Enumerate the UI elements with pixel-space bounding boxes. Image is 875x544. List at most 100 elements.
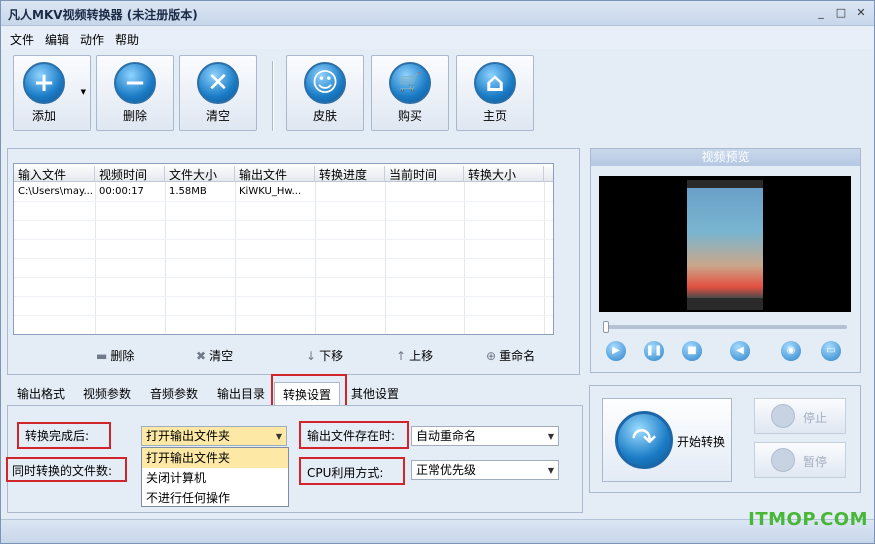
watermark: ITMOP.COM xyxy=(748,509,868,530)
list-action-bar: ▬ 删除 ✖ 清空 ↓ 下移 ↑ 上移 ⊕ 重命名 xyxy=(8,343,581,367)
preview-title: 视频预览 xyxy=(591,149,860,166)
seek-bar[interactable] xyxy=(603,321,847,333)
row-line xyxy=(14,201,553,202)
tab-other-settings[interactable]: 其他设置 xyxy=(351,385,399,402)
row-line xyxy=(14,220,553,221)
highlight-box xyxy=(271,374,347,408)
start-convert-button[interactable]: ↷ 开始转换 xyxy=(602,398,732,482)
cpu-select[interactable]: 正常优先级 ▼ xyxy=(411,460,559,480)
output-exists-select[interactable]: 自动重命名 ▼ xyxy=(411,426,559,446)
column-header[interactable]: 转换大小 xyxy=(464,166,544,182)
list-clear-label: 清空 xyxy=(209,349,234,363)
highlight-box xyxy=(6,457,127,482)
highlight-box xyxy=(299,457,405,485)
add-button[interactable]: + ▼ 添加 xyxy=(13,55,91,131)
cell-file-size: 1.58MB xyxy=(169,186,207,197)
cell-input-file: C:\Users\may... xyxy=(18,186,93,197)
x-icon: ✖ xyxy=(196,349,207,363)
cell-output-file: KiWKU_Hw... xyxy=(239,186,302,197)
seek-handle[interactable] xyxy=(603,321,609,333)
pause-button[interactable]: 暂停 xyxy=(754,442,846,478)
crosshair-icon: ⊕ xyxy=(486,349,497,363)
list-delete-label: 删除 xyxy=(110,349,135,363)
window-controls: _ □ ✕ xyxy=(814,6,868,20)
smiley-icon: ☺ xyxy=(304,62,346,104)
tab-output-format[interactable]: 输出格式 xyxy=(17,385,65,402)
chevron-down-icon[interactable]: ▼ xyxy=(81,88,86,96)
menu-edit[interactable]: 编辑 xyxy=(45,31,69,48)
camera-icon[interactable]: ◉ xyxy=(781,341,801,361)
after-convert-value: 打开输出文件夹 xyxy=(146,429,231,443)
move-up-label: 上移 xyxy=(409,349,434,363)
toolbar: + ▼ 添加 − 删除 ✕ 清空 ☺ 皮肤 🛒 购买 ⌂ 主页 xyxy=(9,53,869,133)
dropdown-option[interactable]: 不进行任何操作 xyxy=(142,488,288,508)
app-window: 凡人MKV视频转换器 (未注册版本) _ □ ✕ 文件 编辑 动作 帮助 + ▼… xyxy=(0,0,875,544)
delete-button[interactable]: − 删除 xyxy=(96,55,174,131)
stop-icon xyxy=(771,404,795,428)
video-preview-panel: 视频预览 ▶ ❚❚ ■ ◀ ◉ ▭ xyxy=(590,148,861,373)
close-button[interactable]: ✕ xyxy=(854,6,868,20)
preview-frame xyxy=(687,180,763,310)
tab-output-dir[interactable]: 输出目录 xyxy=(217,385,265,402)
home-icon: ⌂ xyxy=(474,62,516,104)
stop-button[interactable]: 停止 xyxy=(754,398,846,434)
chevron-down-icon[interactable]: ▼ xyxy=(548,430,554,444)
highlight-box xyxy=(299,421,409,449)
highlight-box xyxy=(17,422,111,449)
clear-button[interactable]: ✕ 清空 xyxy=(179,55,257,131)
arrow-up-icon: ↑ xyxy=(396,349,407,363)
cpu-value: 正常优先级 xyxy=(416,463,477,477)
home-button[interactable]: ⌂ 主页 xyxy=(456,55,534,131)
pause-icon[interactable]: ❚❚ xyxy=(644,341,664,361)
dropdown-option[interactable]: 关闭计算机 xyxy=(142,468,288,488)
refresh-arrow-icon: ↷ xyxy=(615,411,673,469)
skin-button[interactable]: ☺ 皮肤 xyxy=(286,55,364,131)
column-header[interactable]: 转换进度 xyxy=(315,166,385,182)
row-line xyxy=(14,239,553,240)
chevron-down-icon[interactable]: ▼ xyxy=(276,430,282,444)
maximize-button[interactable]: □ xyxy=(834,6,848,20)
table-row[interactable]: C:\Users\may... 00:00:17 1.58MB KiWKU_Hw… xyxy=(14,183,553,201)
column-header[interactable]: 当前时间 xyxy=(385,166,464,182)
volume-icon[interactable]: ◀ xyxy=(730,341,750,361)
column-header[interactable]: 文件大小 xyxy=(165,166,235,182)
column-header[interactable]: 输入文件 xyxy=(14,166,95,182)
convert-panel: ↷ 开始转换 停止 暂停 xyxy=(589,385,861,493)
preview-screen xyxy=(599,176,851,312)
menu-bar: 文件 编辑 动作 帮助 xyxy=(1,27,874,49)
plus-icon: + xyxy=(23,62,65,104)
start-convert-label: 开始转换 xyxy=(677,435,726,449)
minus-icon: ▬ xyxy=(96,349,108,363)
menu-help[interactable]: 帮助 xyxy=(115,31,139,48)
stop-icon[interactable]: ■ xyxy=(682,341,702,361)
buy-button[interactable]: 🛒 购买 xyxy=(371,55,449,131)
list-delete-button[interactable]: ▬ 删除 xyxy=(96,347,134,364)
chevron-down-icon[interactable]: ▼ xyxy=(548,464,554,478)
column-header[interactable]: 视频时间 xyxy=(95,166,165,182)
after-convert-select[interactable]: 打开输出文件夹 ▼ xyxy=(141,426,287,446)
stop-label: 停止 xyxy=(803,411,828,425)
home-label: 主页 xyxy=(482,109,507,123)
after-convert-dropdown: 打开输出文件夹 关闭计算机 不进行任何操作 xyxy=(141,447,289,507)
file-table[interactable]: 输入文件 视频时间 文件大小 输出文件 转换进度 当前时间 转换大小 C:\Us… xyxy=(13,163,554,335)
status-bar xyxy=(1,519,874,543)
column-header[interactable]: 输出文件 xyxy=(235,166,315,182)
row-line xyxy=(14,277,553,278)
x-icon: ✕ xyxy=(197,62,239,104)
row-line xyxy=(14,315,553,316)
move-down-button[interactable]: ↓ 下移 xyxy=(306,347,343,364)
skin-label: 皮肤 xyxy=(312,109,337,123)
move-up-button[interactable]: ↑ 上移 xyxy=(396,347,433,364)
tab-audio-params[interactable]: 音频参数 xyxy=(150,385,198,402)
rename-button[interactable]: ⊕ 重命名 xyxy=(486,347,535,364)
tab-video-params[interactable]: 视频参数 xyxy=(83,385,131,402)
menu-file[interactable]: 文件 xyxy=(10,31,34,48)
dropdown-option[interactable]: 打开输出文件夹 xyxy=(142,448,288,468)
minimize-button[interactable]: _ xyxy=(814,6,828,20)
window-title: 凡人MKV视频转换器 (未注册版本) xyxy=(8,8,198,22)
list-clear-button[interactable]: ✖ 清空 xyxy=(196,347,233,364)
rename-label: 重命名 xyxy=(499,349,536,363)
menu-action[interactable]: 动作 xyxy=(80,31,104,48)
play-icon[interactable]: ▶ xyxy=(606,341,626,361)
folder-icon[interactable]: ▭ xyxy=(821,341,841,361)
